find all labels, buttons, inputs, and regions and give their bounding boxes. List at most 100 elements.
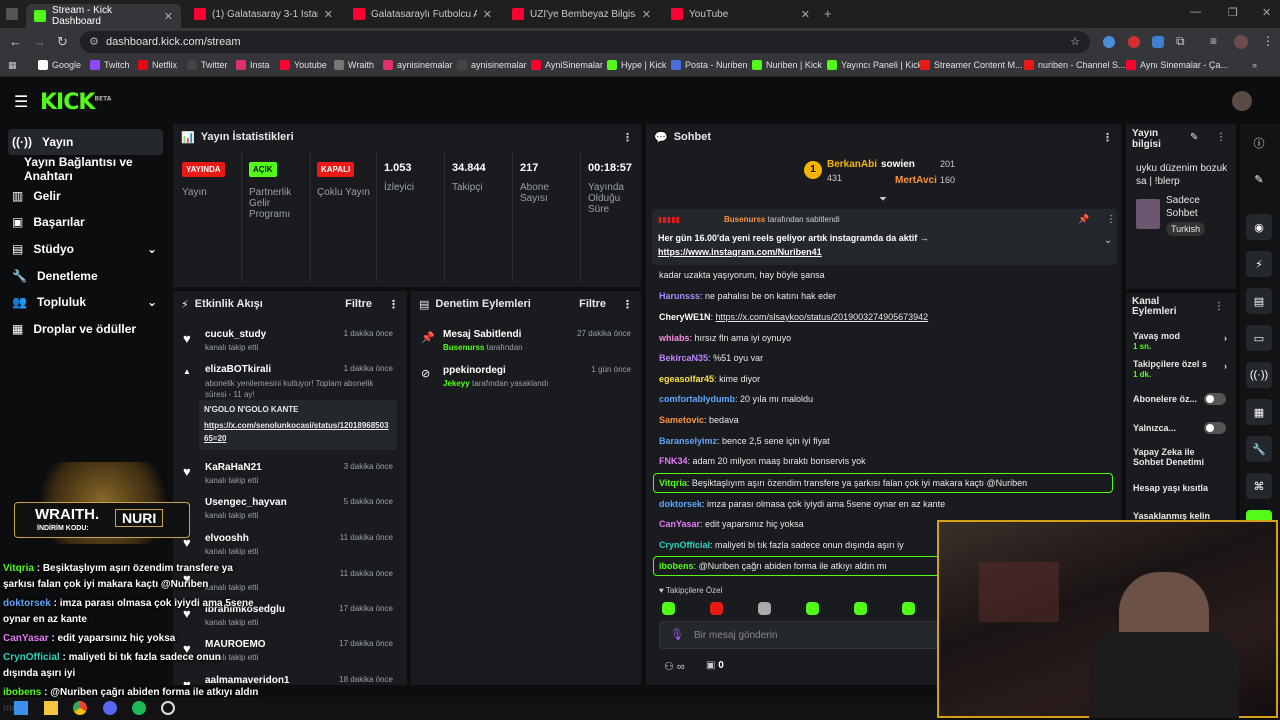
chat-username[interactable]: Vitqria [659, 478, 687, 488]
close-icon[interactable]: ✕ [324, 8, 333, 21]
bookmark-youtube[interactable]: Youtube [280, 60, 327, 70]
forward-icon[interactable]: → [33, 34, 46, 49]
filter-button[interactable]: Filtre [345, 298, 372, 310]
back-icon[interactable]: ← [9, 34, 22, 49]
more-icon[interactable]: ⋮ [622, 298, 633, 311]
windows-start-icon[interactable] [14, 701, 28, 715]
chat-username[interactable]: doktorsek [659, 499, 702, 509]
hamburger-menu-icon[interactable]: ☰ [14, 92, 28, 112]
gift-counter[interactable]: ▣ 0 [706, 660, 724, 671]
chat-username[interactable]: CheryWE1N [659, 312, 711, 322]
bookmark-aynisinemalar-yt[interactable]: AyniSinemalar [531, 60, 603, 70]
tab-search-icon[interactable] [6, 8, 18, 20]
filter-button[interactable]: Filtre [579, 298, 606, 310]
tab-ahmed[interactable]: Galatasaraylı Futbolcu Ahmed K✕ [345, 4, 500, 24]
top-gifter-name[interactable]: MertAvci [895, 175, 937, 186]
chat-bubble-icon[interactable]: ▭ [1246, 325, 1272, 351]
reload-icon[interactable]: ↻ [57, 34, 68, 50]
pin-icon[interactable]: 📌 [1078, 214, 1089, 225]
subscribers-only-toggle[interactable] [1204, 393, 1226, 405]
kick-logo[interactable]: KICKBETA [40, 90, 111, 115]
maximize-icon[interactable]: ❐ [1228, 6, 1238, 19]
bookmark-streamer-content[interactable]: Streamer Content M... [920, 60, 1023, 70]
chat-username[interactable]: Sametovic [659, 415, 704, 425]
more-icon[interactable]: ⋮ [622, 131, 633, 144]
bookmark-hype-kick[interactable]: Hype | Kick [607, 60, 666, 70]
emote-icon[interactable] [662, 602, 675, 615]
bookmark-star-icon[interactable]: ☆ [1070, 31, 1080, 53]
sidebar-item-yayin[interactable]: ((·)) Yayın [8, 129, 163, 155]
record-icon[interactable]: ◉ [1246, 214, 1272, 240]
vpn-extension-icon[interactable] [1152, 36, 1164, 48]
bookmark-aynisinemalar-insta[interactable]: aynisinemalar [383, 60, 453, 70]
chat-username[interactable]: Baranselyimz [659, 436, 717, 446]
user-avatar[interactable] [1232, 91, 1252, 111]
expand-icon[interactable]: ⏷ [879, 194, 887, 205]
emote-icon[interactable] [710, 602, 723, 615]
chat-text[interactable]: https://x.com/slsaykoo/status/2019003274… [716, 312, 929, 322]
followers-only-action[interactable]: Takipçilere özel s1 dk. › [1133, 359, 1233, 379]
banned-words-action[interactable]: Yasaklanmış kelin [1133, 511, 1210, 520]
chat-input[interactable]: 🎙 Bir mesaj gönderin [659, 621, 939, 649]
users-icon[interactable]: ⚇ ∞ [664, 660, 685, 673]
chat-username[interactable]: CanYasar [659, 519, 700, 529]
sidebar-item-basarilar[interactable]: ▣ Başarılar [8, 209, 163, 235]
document-icon[interactable]: ▤ [1246, 288, 1272, 314]
bookmark-aynisinemalar-x[interactable]: aynisinemalar [457, 60, 527, 70]
chrome-icon[interactable] [73, 701, 87, 715]
discord-icon[interactable] [103, 701, 117, 715]
sidebar-item-topluluk[interactable]: 👥 Topluluk ⌄ [8, 289, 163, 315]
bookmark-posta[interactable]: Posta - Nuriben [671, 60, 748, 70]
extension-icon[interactable] [1103, 36, 1115, 48]
menu-icon[interactable]: ⋮ [1262, 34, 1274, 48]
emotes-only-toggle[interactable] [1204, 422, 1226, 434]
close-icon[interactable]: ✕ [483, 8, 492, 21]
more-icon[interactable]: ⋮ [1102, 131, 1113, 144]
edit-icon[interactable]: ✎ [1190, 132, 1198, 143]
extension-icon[interactable] [1128, 36, 1140, 48]
sidebar-item-stream-key[interactable]: Yayın Bağlantısı ve Anahtarı [20, 155, 170, 183]
category-name[interactable]: Sadece Sohbet [1166, 194, 1226, 220]
file-explorer-icon[interactable] [44, 701, 58, 715]
more-icon[interactable]: ⋮ [1106, 214, 1116, 225]
sidebar-item-denetleme[interactable]: 🔧 Denetleme [8, 263, 163, 289]
apps-grid-icon[interactable]: ▦ [8, 60, 17, 71]
more-icon[interactable]: ⋮ [1216, 132, 1226, 143]
bookmark-google[interactable]: Google [38, 60, 81, 70]
close-icon[interactable]: ✕ [801, 8, 810, 21]
profile-avatar[interactable] [1234, 35, 1248, 49]
chat-username[interactable]: BekircaN35 [659, 353, 708, 363]
chat-username[interactable]: ibobens [659, 561, 694, 571]
chat-username[interactable]: Harunsss [659, 291, 700, 301]
close-icon[interactable]: ✕ [642, 8, 651, 21]
broadcast-icon[interactable]: ((·)) [1246, 362, 1272, 388]
more-icon[interactable]: ⋮ [388, 298, 399, 311]
chat-username[interactable]: CrynOfficial [659, 540, 710, 550]
bookmark-netflix[interactable]: Netflix [138, 60, 177, 70]
chat-username[interactable]: comfortablydumb [659, 394, 735, 404]
top-gifter-name[interactable]: BerkanAbi [827, 159, 877, 170]
microphone-icon[interactable]: 🎙 [670, 628, 684, 641]
new-tab-icon[interactable]: + [824, 6, 832, 21]
bookmark-wraith[interactable]: Wraith [334, 60, 374, 70]
top-gifter-name[interactable]: sowien [881, 159, 915, 170]
more-bookmarks-icon[interactable]: » [1252, 60, 1257, 70]
emote-icon[interactable] [902, 602, 915, 615]
tab-kick-dashboard[interactable]: Stream - Kick Dashboard ✕ [26, 4, 181, 28]
sidebar-item-studyo[interactable]: ▤ Stüdyo ⌄ [8, 236, 163, 262]
bookmark-twitter[interactable]: Twitter [187, 60, 228, 70]
chat-username[interactable]: FNK34 [659, 456, 688, 466]
bookmark-insta[interactable]: Insta [236, 60, 270, 70]
close-window-icon[interactable]: ✕ [1262, 6, 1271, 19]
lightning-icon[interactable]: ⚡ [1246, 251, 1272, 277]
bookmark-twitch[interactable]: Twitch [90, 60, 130, 70]
bookmark-nuriben-channel[interactable]: nuriben - Channel S... [1024, 60, 1126, 70]
edit-icon[interactable]: ✎ [1246, 166, 1272, 192]
emote-icon[interactable] [854, 602, 867, 615]
url-field[interactable]: ⚙ dashboard.kick.com/stream ☆ [80, 31, 1090, 53]
tab-galatasaray[interactable]: (1) Galatasaray 3-1 İstanbulspor✕ [186, 4, 341, 24]
extensions-puzzle-icon[interactable]: ⧉ [1176, 34, 1185, 49]
ai-moderation-action[interactable]: Yapay Zeka ile Sohbet Denetimi [1133, 447, 1221, 467]
info-icon[interactable]: ⓘ [1246, 130, 1272, 156]
chat-username[interactable]: whiabs [659, 333, 690, 343]
